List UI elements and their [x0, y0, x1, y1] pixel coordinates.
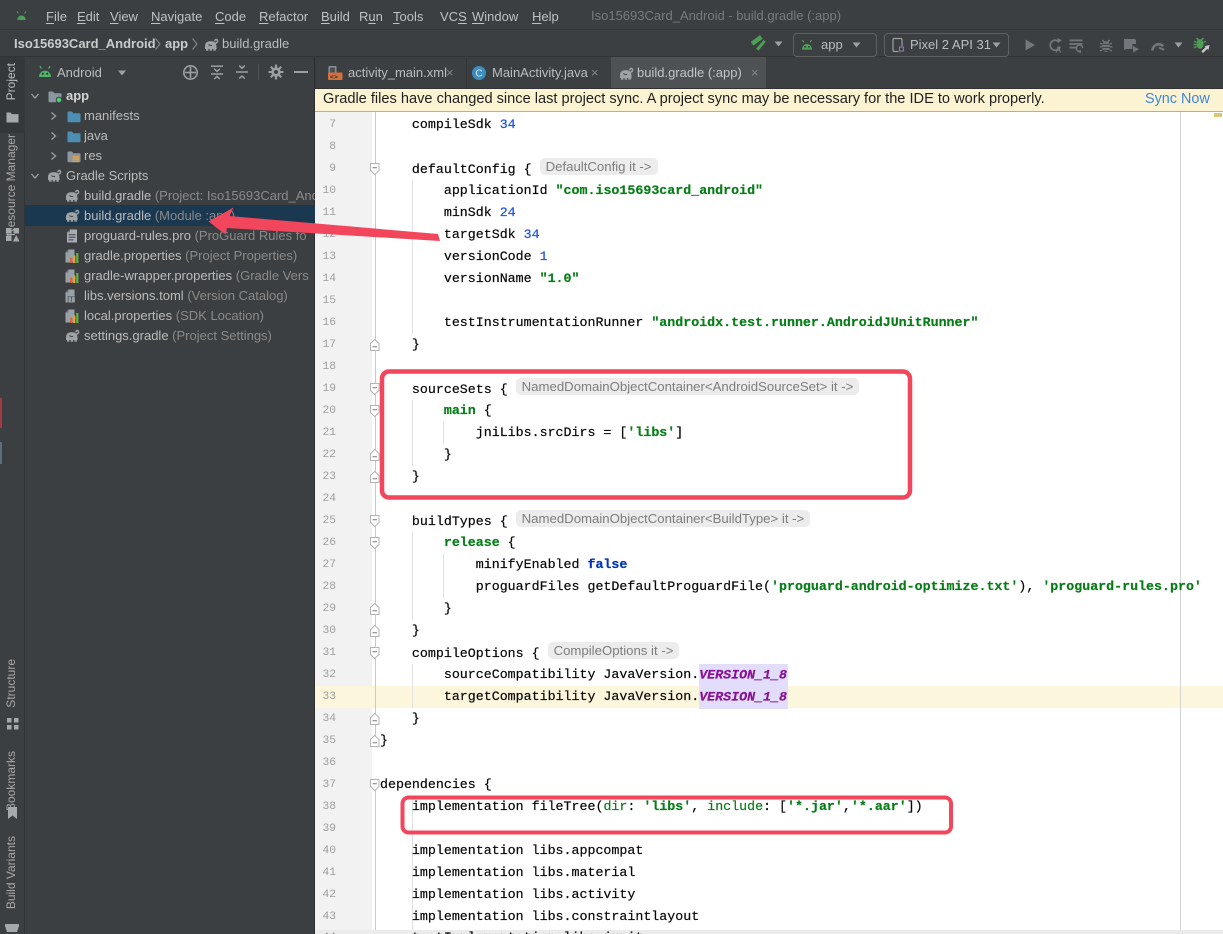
svg-text:<>: <>	[330, 74, 338, 81]
svg-text:A: A	[1055, 45, 1061, 54]
svg-text:C: C	[475, 69, 482, 80]
